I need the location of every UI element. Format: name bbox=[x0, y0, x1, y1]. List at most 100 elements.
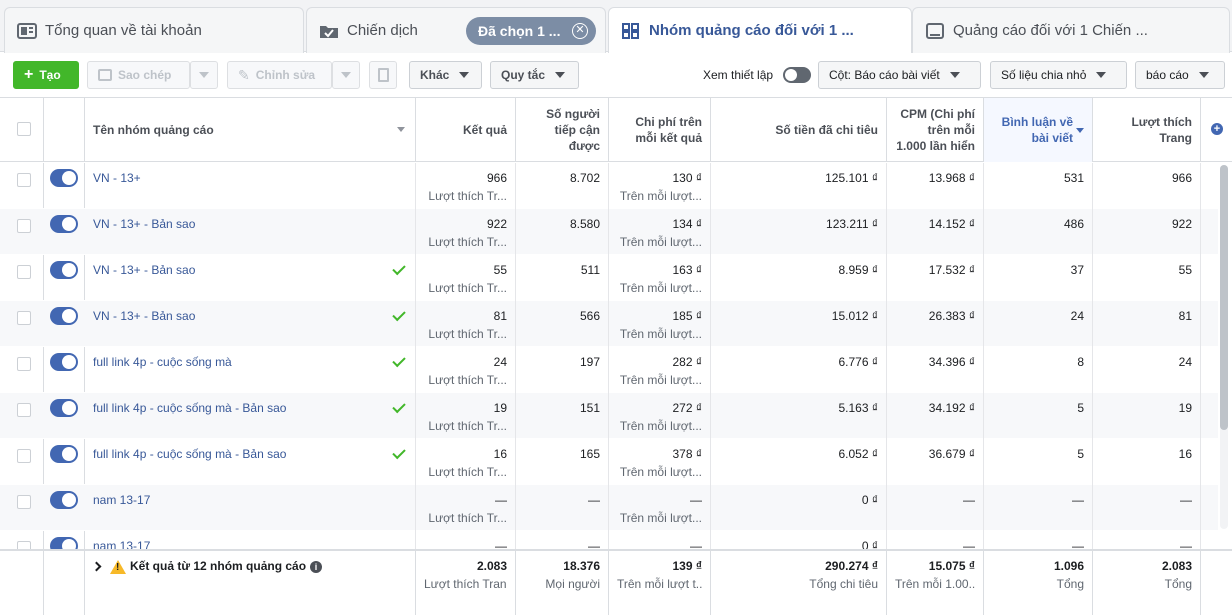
adset-status-toggle[interactable] bbox=[50, 307, 78, 325]
row-checkbox[interactable] bbox=[17, 357, 31, 371]
row-checkbox[interactable] bbox=[17, 449, 31, 463]
table-row[interactable]: VN - 13+ 966 Lượt thích Tr... 8.702 130 ₫ Trê… bbox=[0, 163, 1218, 209]
chevron-down-icon bbox=[1096, 72, 1107, 78]
column-header-cost-per-result[interactable]: Chi phí trên mỗi kết quả bbox=[609, 98, 711, 162]
select-all-checkbox[interactable] bbox=[17, 122, 31, 136]
adset-status-toggle[interactable] bbox=[50, 215, 78, 233]
cell-post-comments-value: — bbox=[1072, 539, 1084, 549]
cell-post-comments: — bbox=[984, 531, 1093, 549]
adset-status-toggle[interactable] bbox=[50, 169, 78, 187]
edit-button[interactable]: ✎ Chỉnh sửa bbox=[227, 61, 332, 89]
row-checkbox[interactable] bbox=[17, 541, 31, 549]
breakdown-dropdown-label: Số liệu chia nhỏ bbox=[1001, 68, 1087, 82]
column-header-name[interactable]: Tên nhóm quảng cáo bbox=[85, 98, 416, 162]
adset-status-toggle[interactable] bbox=[50, 399, 78, 417]
table-row[interactable]: VN - 13+ - Bản sao 55 Lượt thích Tr... 511 1… bbox=[0, 255, 1218, 301]
more-button[interactable]: Khác bbox=[409, 61, 482, 89]
clipboard-button[interactable] bbox=[369, 61, 397, 89]
adset-name-link[interactable]: full link 4p - cuộc sống mà - Bản sao bbox=[93, 401, 286, 415]
duplicate-button[interactable]: Sao chép bbox=[87, 61, 190, 89]
table-row[interactable]: nam 13-17 — — — 0 ₫ — — — bbox=[0, 531, 1218, 549]
edit-dropdown[interactable] bbox=[332, 61, 360, 89]
adset-status-toggle[interactable] bbox=[50, 445, 78, 463]
adset-name-link[interactable]: full link 4p - cuộc sống mà - Bản sao bbox=[93, 447, 286, 461]
cell-results-value: 922 bbox=[486, 217, 507, 231]
cell-page-likes: 55 bbox=[1093, 255, 1201, 301]
tab-ads[interactable]: Quảng cáo đối với 1 Chiến ... bbox=[912, 7, 1230, 53]
cell-post-comments: 486 bbox=[984, 209, 1093, 255]
cell-page-likes: 922 bbox=[1093, 209, 1201, 255]
column-header-post-comments[interactable]: Bình luận về bài viết bbox=[984, 98, 1093, 162]
cell-post-comments: 24 bbox=[984, 301, 1093, 347]
create-button[interactable]: + Tạo bbox=[13, 61, 79, 89]
scrollbar-thumb[interactable] bbox=[1220, 165, 1228, 430]
cell-results-sub: Lượt thích Tr... bbox=[428, 511, 507, 525]
table-row[interactable]: full link 4p - cuộc sống mà - Bản sao 16 L… bbox=[0, 439, 1218, 485]
column-header-reach[interactable]: Số người tiếp cận được bbox=[516, 98, 609, 162]
table-row[interactable]: VN - 13+ - Bản sao 81 Lượt thích Tr... 566 1… bbox=[0, 301, 1218, 347]
info-icon[interactable]: i bbox=[310, 560, 323, 573]
table-row[interactable]: VN - 13+ - Bản sao 922 Lượt thích Tr... 8.5… bbox=[0, 209, 1218, 255]
table-footer-summary: Kết quả từ 12 nhóm quảng cáoi 2.083 Lượt … bbox=[0, 549, 1232, 615]
clear-selection-icon[interactable]: ✕ bbox=[572, 23, 588, 39]
cell-reach-value: — bbox=[588, 539, 600, 549]
adset-name-link[interactable]: VN - 13+ - Bản sao bbox=[93, 263, 195, 277]
adset-status-toggle[interactable] bbox=[50, 261, 78, 279]
cell-amount-spent-value: 0 ₫ bbox=[861, 493, 878, 507]
adset-name-link[interactable]: VN - 13+ - Bản sao bbox=[93, 217, 195, 231]
cell-cpm-value: 14.152 ₫ bbox=[928, 217, 975, 231]
tab-campaigns-label: Chiến dịch bbox=[347, 22, 418, 39]
cell-cost-per-result-value: 282 ₫ bbox=[672, 355, 702, 369]
columns-dropdown[interactable]: Cột: Báo cáo bài viết bbox=[818, 61, 981, 89]
footer-summary-label-cell[interactable]: Kết quả từ 12 nhóm quảng cáoi bbox=[85, 551, 416, 615]
toolbar: + Tạo Sao chép ✎ Chỉnh sửa Khác Quy tắc … bbox=[0, 53, 1232, 97]
cell-cpm: 17.532 ₫ bbox=[887, 255, 984, 301]
duplicate-button-label: Sao chép bbox=[118, 68, 172, 82]
cell-post-comments: — bbox=[984, 485, 1093, 531]
tab-account-overview[interactable]: Tổng quan về tài khoản bbox=[4, 7, 304, 53]
cell-results-sub: Lượt thích Tr... bbox=[428, 465, 507, 479]
column-header-amount-spent[interactable]: Số tiền đã chi tiêu bbox=[711, 98, 887, 162]
cell-amount-spent-value: 6.776 ₫ bbox=[838, 355, 878, 369]
table-scrollbar[interactable] bbox=[1220, 165, 1228, 529]
breakdown-dropdown[interactable]: Số liệu chia nhỏ bbox=[990, 61, 1127, 89]
cell-cost-per-result: 378 ₫ Trên mỗi lượt... bbox=[609, 439, 711, 485]
adset-status-toggle[interactable] bbox=[50, 537, 78, 549]
cell-results-sub: Lượt thích Tr... bbox=[428, 373, 507, 387]
adset-status-toggle[interactable] bbox=[50, 491, 78, 509]
cell-amount-spent: 8.959 ₫ bbox=[711, 255, 887, 301]
adset-name-link[interactable]: VN - 13+ bbox=[93, 171, 141, 185]
tab-adsets[interactable]: Nhóm quảng cáo đối với 1 ... bbox=[608, 7, 912, 53]
cell-cpm: 34.192 ₫ bbox=[887, 393, 984, 439]
row-checkbox[interactable] bbox=[17, 495, 31, 509]
view-setup-toggle[interactable] bbox=[783, 67, 811, 83]
row-checkbox[interactable] bbox=[17, 311, 31, 325]
chevron-right-icon[interactable] bbox=[91, 561, 102, 572]
create-button-label: Tạo bbox=[39, 68, 61, 82]
row-checkbox[interactable] bbox=[17, 219, 31, 233]
row-checkbox[interactable] bbox=[17, 403, 31, 417]
adset-status-toggle[interactable] bbox=[50, 353, 78, 371]
cell-results: — bbox=[416, 531, 516, 549]
cell-post-comments-value: 5 bbox=[1077, 447, 1084, 461]
rules-button[interactable]: Quy tắc bbox=[490, 61, 579, 89]
duplicate-dropdown[interactable] bbox=[190, 61, 218, 89]
adset-name-link[interactable]: full link 4p - cuộc sống mà bbox=[93, 355, 232, 369]
adset-name-link[interactable]: nam 13-17 bbox=[93, 493, 150, 507]
column-header-cpm[interactable]: CPM (Chi phí trên mỗi 1.000 lần hiển bbox=[887, 98, 984, 162]
column-header-page-likes[interactable]: Lượt thích Trang bbox=[1093, 98, 1201, 162]
table-row[interactable]: nam 13-17 — Lượt thích Tr... — — Trên mỗi lượ… bbox=[0, 485, 1218, 531]
add-column-icon[interactable]: + bbox=[1211, 123, 1223, 135]
table-row[interactable]: full link 4p - cuộc sống mà 24 Lượt thích … bbox=[0, 347, 1218, 393]
selected-filter-chip[interactable]: Đã chọn 1 ... ✕ bbox=[466, 17, 596, 45]
adset-name-link[interactable]: VN - 13+ - Bản sao bbox=[93, 309, 195, 323]
table-row[interactable]: full link 4p - cuộc sống mà - Bản sao 19 L… bbox=[0, 393, 1218, 439]
column-header-results[interactable]: Kết quả bbox=[416, 98, 516, 162]
row-checkbox[interactable] bbox=[17, 173, 31, 187]
toggle-header-cell bbox=[44, 98, 85, 162]
reports-dropdown[interactable]: báo cáo bbox=[1135, 61, 1225, 89]
adset-name-link[interactable]: nam 13-17 bbox=[93, 539, 150, 549]
selected-filter-label: Đã chọn 1 ... bbox=[478, 23, 561, 39]
chevron-down-icon bbox=[555, 72, 566, 78]
row-checkbox[interactable] bbox=[17, 265, 31, 279]
